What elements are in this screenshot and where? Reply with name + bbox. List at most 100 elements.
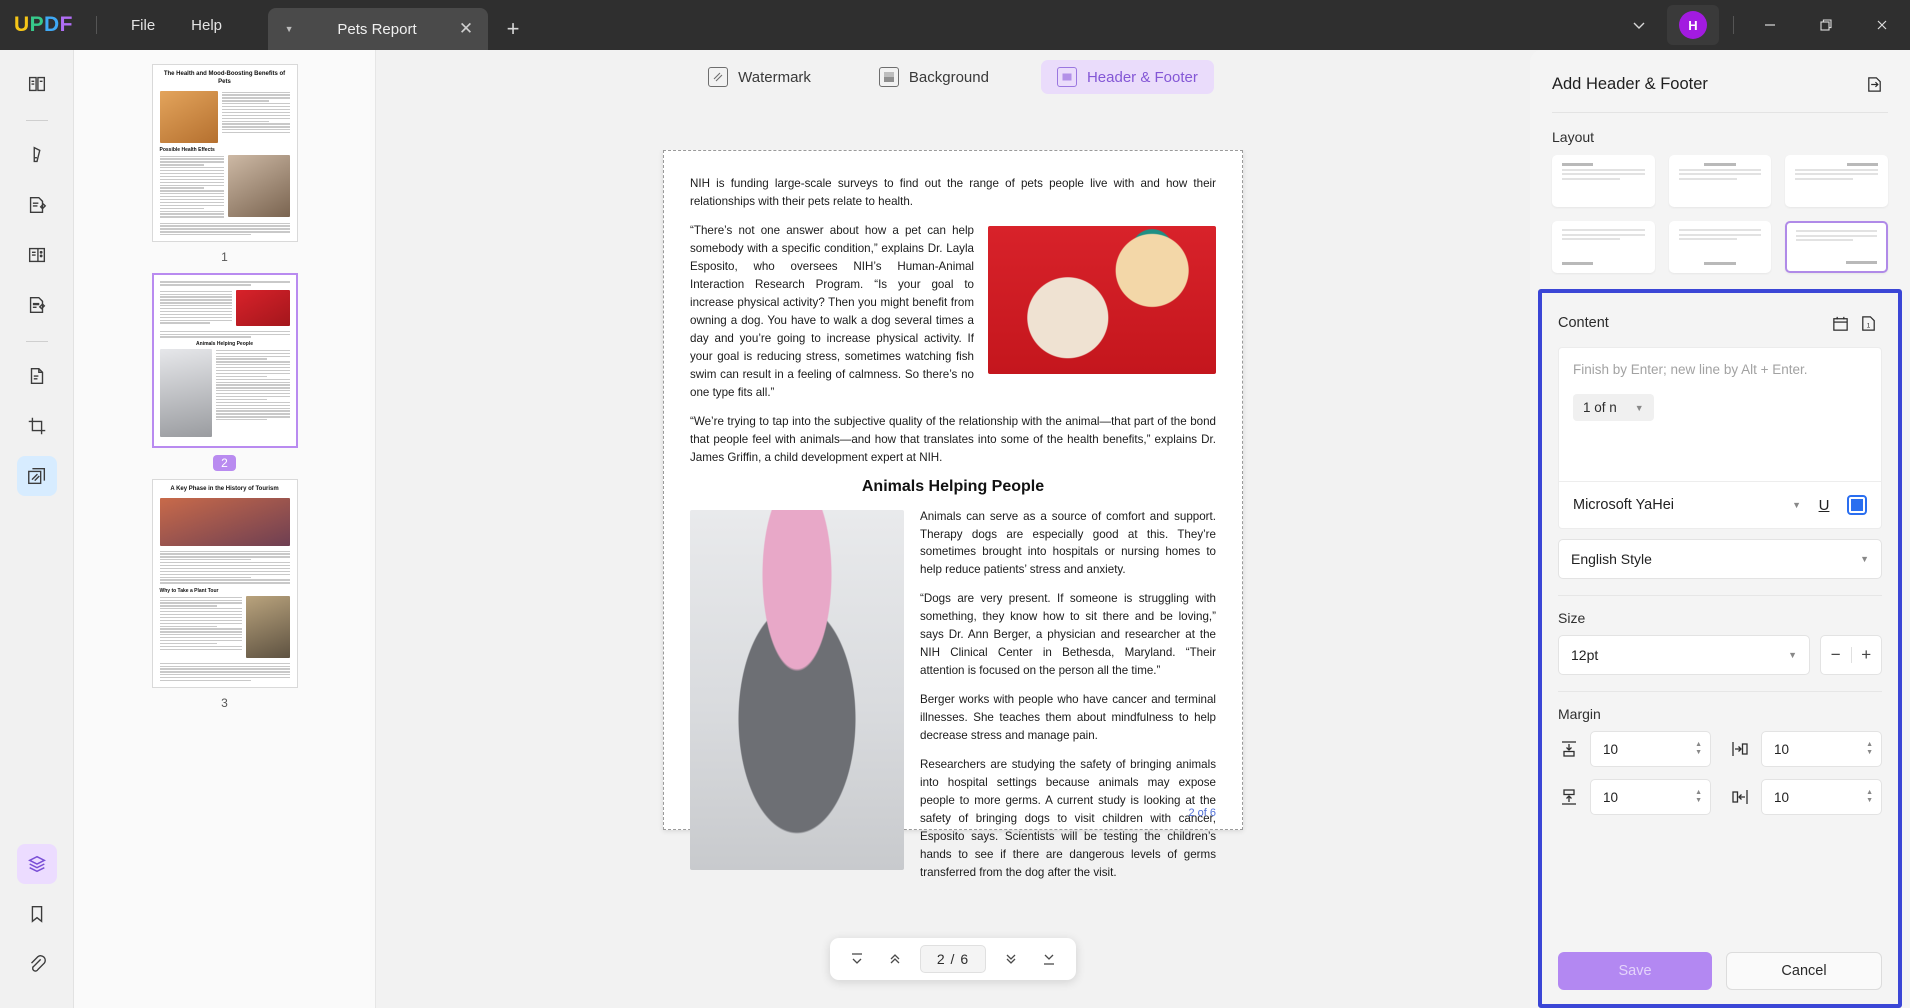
attachment-icon[interactable] [17, 944, 57, 984]
calendar-icon[interactable] [1826, 309, 1854, 337]
text-color-button[interactable] [1847, 495, 1867, 516]
content-text-card: Finish by Enter; new line by Alt + Enter… [1558, 347, 1882, 530]
minimize-icon[interactable] [1742, 0, 1798, 50]
margin-left-input[interactable]: 10 ▲ ▼ [1761, 731, 1882, 768]
document-page[interactable]: NIH is funding large-scale surveys to fi… [663, 150, 1243, 879]
layout-header-left[interactable] [1552, 155, 1655, 207]
divider [25, 341, 48, 342]
margin-right-input[interactable]: 10 ▲ ▼ [1761, 779, 1882, 816]
thumbnail-lines [159, 662, 290, 682]
chevron-down-icon[interactable]: ▼ [1860, 554, 1869, 564]
layout-footer-left[interactable] [1552, 221, 1655, 273]
margin-right-spinner[interactable]: ▲ ▼ [1866, 789, 1873, 804]
maximize-icon[interactable] [1798, 0, 1854, 50]
header-footer-icon [1056, 67, 1077, 87]
thumbnail-lines [159, 222, 290, 236]
organize-pages-icon[interactable] [17, 235, 57, 275]
document-tab-pets-report[interactable]: ▼ Pets Report ✕ [268, 8, 489, 50]
content-header: Content 1 [1542, 299, 1898, 347]
save-button[interactable]: Save [1558, 952, 1712, 990]
font-size-select[interactable]: 12pt ▼ [1558, 635, 1810, 676]
logo-letter-p: P [29, 13, 44, 36]
doc-block-1: “There’s not one answer about how a pet … [690, 222, 1216, 413]
thumbnail-subtitle: Animals Helping People [196, 340, 253, 347]
thumbnail-card[interactable]: The Health and Mood-Boosting Benefits of… [151, 64, 298, 243]
style-select[interactable]: English Style ▼ [1558, 539, 1882, 580]
chevron-down-icon[interactable]: ▼ [1792, 500, 1801, 510]
underline-button[interactable]: U [1811, 492, 1837, 518]
margin-top-spinner[interactable]: ▲ ▼ [1695, 741, 1702, 756]
tab-watermark[interactable]: Watermark [692, 60, 827, 94]
page-number-icon[interactable]: 1 [1854, 309, 1882, 337]
thumbnail-lines [221, 91, 290, 143]
tab-background[interactable]: Background [863, 60, 1005, 94]
last-page-icon[interactable] [1032, 944, 1066, 974]
margin-bottom-cell: 10 ▲ ▼ [1558, 779, 1711, 816]
tab-strip: ▼ Pets Report ✕ + [268, 0, 530, 50]
crop-icon[interactable] [17, 406, 57, 446]
document-page-wrap[interactable]: NIH is funding large-scale surveys to fi… [376, 150, 1530, 1008]
account-button[interactable]: H [1667, 5, 1719, 45]
form-icon[interactable] [17, 285, 57, 325]
layers-icon[interactable] [16, 844, 57, 884]
previous-page-icon[interactable] [878, 944, 912, 974]
page-number-format-token[interactable]: 1 of n ▼ [1573, 394, 1654, 422]
thumbnail-image [235, 289, 290, 326]
thumbnail-card[interactable]: A Key Phase in the History of Tourism Wh… [151, 478, 298, 689]
highlighter-icon[interactable] [17, 135, 57, 175]
thumbnail-card[interactable]: Animals Helping People [151, 273, 298, 448]
edit-pdf-icon[interactable] [17, 185, 57, 225]
margin-grid: 10 ▲ ▼ 10 ▲ ▼ 10 ▲ ▼ 10 ▲ ▼ [1542, 731, 1898, 816]
layout-footer-right[interactable] [1785, 221, 1888, 273]
layout-header-right[interactable] [1785, 155, 1888, 207]
thumbnail-image [159, 90, 218, 143]
cancel-button[interactable]: Cancel [1726, 952, 1882, 990]
increase-size-button[interactable]: + [1852, 645, 1882, 665]
chevron-down-icon[interactable]: ▼ [278, 18, 300, 40]
layout-footer-center[interactable] [1668, 221, 1772, 273]
chevron-down-icon[interactable]: ▼ [1788, 650, 1797, 660]
content-textarea[interactable]: Finish by Enter; new line by Alt + Enter… [1559, 348, 1881, 390]
watermark-icon[interactable] [16, 456, 57, 496]
close-icon[interactable] [1854, 0, 1910, 50]
apply-to-pages-icon[interactable] [1860, 70, 1888, 98]
chevron-down-icon[interactable] [1617, 8, 1661, 42]
font-family-select[interactable]: Microsoft YaHei [1573, 497, 1782, 513]
menu-help[interactable]: Help [173, 11, 240, 40]
margin-top-input[interactable]: 10 ▲ ▼ [1590, 731, 1711, 768]
thumbnail-lines [159, 290, 232, 326]
margin-bottom-spinner[interactable]: ▲ ▼ [1695, 789, 1702, 804]
thumbnail-lines [159, 155, 224, 218]
content-label: Content [1558, 315, 1609, 331]
margin-right-cell: 10 ▲ ▼ [1729, 779, 1882, 816]
chevron-down-icon[interactable]: ▼ [1635, 403, 1644, 413]
titlebar-right: H [1617, 0, 1910, 50]
thumbnail-lines [159, 330, 290, 338]
divider [1733, 16, 1734, 34]
next-page-icon[interactable] [994, 944, 1028, 974]
decrease-size-button[interactable]: − [1821, 645, 1851, 665]
close-icon[interactable]: ✕ [454, 17, 478, 41]
content-text-body[interactable] [1559, 435, 1881, 481]
margin-top-icon [1558, 738, 1580, 760]
margin-left-spinner[interactable]: ▲ ▼ [1866, 741, 1873, 756]
plus-icon[interactable]: + [496, 12, 530, 46]
thumbnail-page-1[interactable]: The Health and Mood-Boosting Benefits of… [74, 64, 375, 265]
layout-header-center[interactable] [1668, 155, 1772, 207]
convert-icon[interactable] [17, 356, 57, 396]
bookmark-icon[interactable] [17, 894, 57, 934]
divider [25, 120, 48, 121]
margin-bottom-input[interactable]: 10 ▲ ▼ [1590, 779, 1711, 816]
first-page-icon[interactable] [840, 944, 874, 974]
tab-header-footer[interactable]: Header & Footer [1040, 60, 1214, 94]
size-label: Size [1558, 610, 1586, 627]
thumbnail-page-3[interactable]: A Key Phase in the History of Tourism Wh… [74, 478, 375, 712]
reader-mode-icon[interactable] [17, 64, 57, 104]
menu-file[interactable]: File [113, 11, 173, 40]
thumbnail-page-2[interactable]: Animals Helping People 2 [74, 273, 375, 471]
page-number-input[interactable]: 2 / 6 [919, 945, 987, 973]
page-navigation-bar: 2 / 6 [829, 938, 1077, 980]
page-thumbnail-pane[interactable]: The Health and Mood-Boosting Benefits of… [74, 50, 376, 1008]
panel-header: Add Header & Footer [1530, 50, 1910, 112]
thumbnail-image [227, 154, 290, 217]
